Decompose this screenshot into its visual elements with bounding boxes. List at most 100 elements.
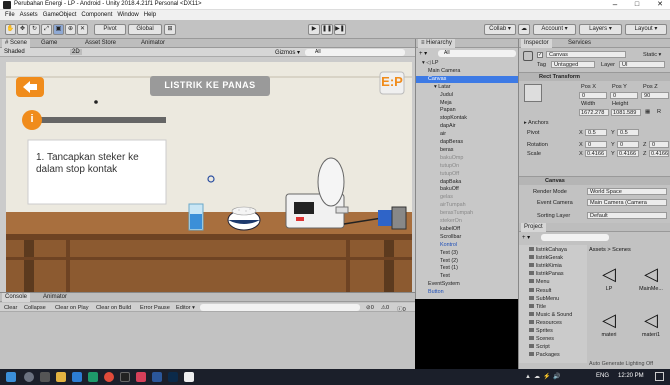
- blueprint-button[interactable]: ▦: [645, 109, 650, 115]
- width-field[interactable]: 1672.278: [579, 109, 609, 116]
- store-icon[interactable]: [72, 372, 82, 382]
- language-indicator[interactable]: ENG: [596, 373, 609, 379]
- hierarchy-item[interactable]: Main Camera: [416, 68, 460, 75]
- hierarchy-search-input[interactable]: All: [438, 50, 516, 57]
- anchors-foldout[interactable]: ▸ Anchors: [524, 120, 549, 126]
- project-folder-item[interactable]: listrikGerak: [519, 255, 563, 262]
- project-folder-item[interactable]: SubMenu: [519, 295, 559, 303]
- hierarchy-item[interactable]: Text: [416, 273, 450, 280]
- tab-hierarchy[interactable]: ≡ Hierarchy: [418, 39, 455, 48]
- hierarchy-item[interactable]: dapBeras: [416, 139, 463, 146]
- hierarchy-item[interactable]: stopKontak: [416, 115, 467, 122]
- collab-dropdown[interactable]: Collab ▾: [484, 24, 516, 35]
- rot-x-field[interactable]: 0: [585, 141, 607, 148]
- hierarchy-item[interactable]: Text (3): [416, 250, 458, 257]
- hierarchy-item[interactable]: Scrollbar: [416, 234, 461, 241]
- console-clear-on-play-button[interactable]: Clear on Play: [55, 305, 89, 311]
- hierarchy-item[interactable]: berasTumpah: [416, 210, 473, 217]
- minimize-button[interactable]: –: [608, 0, 622, 10]
- scene-search-input[interactable]: All: [305, 49, 405, 56]
- object-name-field[interactable]: Canvas: [546, 51, 626, 58]
- close-button[interactable]: ✕: [652, 0, 668, 10]
- project-file-item[interactable]: ◁ materi: [591, 306, 627, 346]
- hierarchy-create-button[interactable]: + ▾: [419, 50, 427, 57]
- rotate-tool-button[interactable]: ↻: [29, 24, 40, 35]
- project-folder-item[interactable]: Menu: [519, 279, 550, 286]
- hierarchy-item[interactable]: ▾ ◁ LP: [416, 60, 438, 67]
- hierarchy-item[interactable]: air: [416, 131, 446, 138]
- tab-services[interactable]: Services: [565, 39, 594, 48]
- hierarchy-item[interactable]: stekerOn: [416, 218, 462, 225]
- step-button[interactable]: ▶❚: [334, 24, 346, 35]
- static-toggle[interactable]: Static ▾: [643, 52, 661, 58]
- pivot-toggle[interactable]: Pivot: [94, 24, 126, 35]
- pos-y-field[interactable]: 0: [610, 92, 638, 99]
- sorting-layer-dropdown[interactable]: Default: [587, 212, 667, 219]
- event-camera-field[interactable]: Main Camera (Camera: [587, 199, 667, 206]
- tray-icons[interactable]: ▲☁⚡🔊: [525, 373, 585, 381]
- project-folder-item[interactable]: Title: [519, 303, 546, 311]
- project-file-item[interactable]: ◁ MainMe...: [633, 260, 669, 300]
- hierarchy-item[interactable]: bakuOff: [416, 186, 459, 193]
- 2d-toggle[interactable]: 2D: [70, 49, 82, 55]
- project-folder-item[interactable]: Resources: [519, 319, 562, 327]
- layer-dropdown[interactable]: UI: [619, 61, 665, 68]
- tab-animator-bottom[interactable]: Animator: [40, 293, 70, 302]
- tab-project[interactable]: Project: [521, 223, 546, 232]
- raw-edit-button[interactable]: R: [657, 109, 661, 115]
- gizmos-dropdown[interactable]: Gizmos ▾: [275, 49, 300, 56]
- pos-z-field[interactable]: 90: [641, 92, 669, 99]
- warning-count[interactable]: ⚠0: [381, 305, 389, 311]
- render-mode-dropdown[interactable]: World Space: [587, 188, 667, 195]
- snap-button[interactable]: ⊞: [164, 24, 176, 35]
- power-socket[interactable]: [391, 206, 407, 230]
- log-count[interactable]: ⓘ0: [397, 305, 406, 313]
- hand-tool-button[interactable]: ✋: [5, 24, 16, 35]
- file-explorer-icon[interactable]: [56, 372, 66, 382]
- hierarchy-item[interactable]: Kontrol: [416, 242, 457, 249]
- photoshop-icon[interactable]: [168, 372, 178, 382]
- maximize-button[interactable]: □: [630, 0, 644, 10]
- task-view-icon[interactable]: [40, 372, 50, 382]
- tab-inspector[interactable]: Inspector: [521, 39, 552, 48]
- project-folder-item[interactable]: Music & Sound: [519, 311, 572, 319]
- hierarchy-item[interactable]: airTumpah: [416, 202, 466, 209]
- pivot-x-field[interactable]: 0.5: [585, 129, 607, 136]
- hierarchy-item[interactable]: Canvas: [416, 75, 519, 83]
- notification-icon[interactable]: [655, 372, 664, 381]
- project-folder-item[interactable]: listrikKimia: [519, 263, 562, 270]
- tab-scene[interactable]: # Scene: [2, 39, 31, 48]
- pivot-y-field[interactable]: 0.5: [617, 129, 639, 136]
- hierarchy-item[interactable]: bakuOmp: [416, 155, 463, 162]
- project-folder-item[interactable]: Result: [519, 287, 551, 295]
- rect-tool-button[interactable]: ▣: [53, 24, 64, 35]
- shading-dropdown[interactable]: Shaded: [4, 49, 25, 55]
- hierarchy-item[interactable]: Text (1): [416, 265, 458, 272]
- rice-cooker-lid[interactable]: [317, 157, 345, 207]
- project-file-item[interactable]: ◁ materi1: [633, 306, 669, 346]
- hierarchy-item[interactable]: EventSystem: [416, 281, 460, 288]
- hierarchy-item[interactable]: Meja: [416, 100, 452, 107]
- console-clear-on-build-button[interactable]: Clear on Build: [96, 305, 131, 311]
- project-folder-item[interactable]: Scenes: [519, 336, 554, 343]
- clock[interactable]: 12:20 PM: [618, 373, 644, 379]
- scale-x-field[interactable]: 0.4166: [585, 150, 607, 157]
- photos-icon[interactable]: [136, 372, 146, 382]
- console-search-input[interactable]: [200, 304, 360, 311]
- scale-z-field[interactable]: 0.4166: [649, 150, 669, 157]
- project-breadcrumb[interactable]: Assets > Scenes: [589, 247, 631, 253]
- menu-gameobject[interactable]: GameObject: [43, 10, 77, 20]
- layout-dropdown[interactable]: Layout ▾: [625, 24, 667, 35]
- unity-taskbar-icon[interactable]: [184, 372, 194, 382]
- play-button[interactable]: ▶: [308, 24, 320, 35]
- rot-z-field[interactable]: 0: [649, 141, 669, 148]
- menu-file[interactable]: File: [5, 10, 15, 20]
- hierarchy-item[interactable]: tutupOff: [416, 171, 459, 178]
- menu-help[interactable]: Help: [144, 10, 156, 20]
- console-collapse-button[interactable]: Collapse: [24, 305, 46, 311]
- hierarchy-item[interactable]: dapAir: [416, 123, 456, 130]
- media-icon[interactable]: [120, 372, 130, 382]
- tab-game[interactable]: Game: [38, 39, 60, 48]
- hierarchy-item[interactable]: tutupOn: [416, 163, 459, 170]
- hierarchy-item[interactable]: Text (2): [416, 258, 458, 265]
